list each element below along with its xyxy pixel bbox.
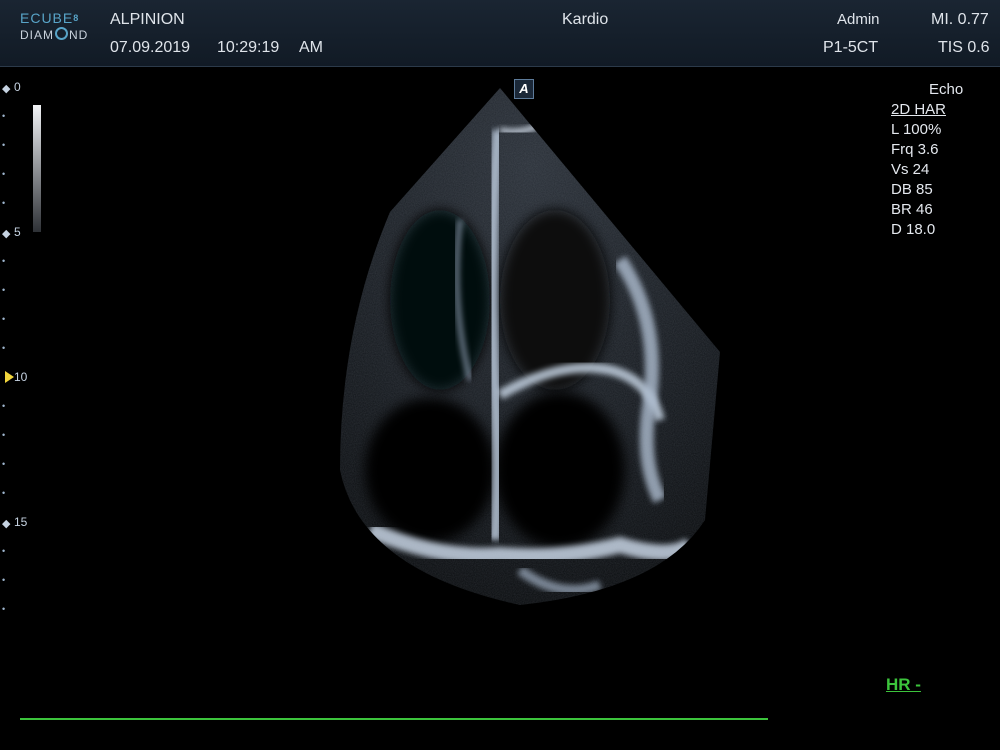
depth-tick: • — [2, 604, 6, 614]
param-dynamic-range: DB 85 — [891, 181, 933, 198]
depth-tick: • — [2, 459, 6, 469]
param-frequency: Frq 3.6 — [891, 141, 939, 158]
param-vs: Vs 24 — [891, 161, 930, 178]
depth-tick: • — [2, 343, 6, 353]
orientation-marker: A — [514, 79, 534, 99]
depth-tick: • — [2, 111, 6, 121]
heart-rate-label: HR - — [886, 675, 921, 694]
depth-label-15: 15 — [14, 515, 28, 529]
echo-image[interactable] — [0, 0, 1000, 750]
ecg-trace — [20, 718, 768, 720]
depth-tick: • — [2, 256, 6, 266]
depth-tick: ◆ — [2, 518, 11, 530]
depth-tick: • — [2, 546, 6, 556]
gray-map-bar — [33, 105, 41, 232]
param-power: L 100% — [891, 121, 942, 138]
depth-tick: ◆ — [2, 83, 11, 95]
depth-tick: • — [2, 169, 6, 179]
depth-label-10: 10 — [14, 370, 28, 384]
depth-tick: • — [2, 285, 6, 295]
depth-tick: • — [2, 198, 6, 208]
depth-label-5: 5 — [14, 225, 21, 239]
focus-marker-icon[interactable] — [5, 371, 14, 383]
param-depth: D 18.0 — [891, 221, 936, 238]
imaging-mode[interactable]: 2D HAR — [891, 100, 946, 120]
depth-label-0: 0 — [14, 80, 21, 94]
depth-tick: • — [2, 401, 6, 411]
depth-tick: • — [2, 140, 6, 150]
depth-tick: • — [2, 430, 6, 440]
depth-tick: • — [2, 488, 6, 498]
depth-tick: • — [2, 575, 6, 585]
ultrasound-sector — [340, 88, 720, 605]
depth-tick: • — [2, 314, 6, 324]
exam-type: Echo — [929, 81, 964, 98]
depth-tick: ◆ — [2, 228, 11, 240]
imaging-parameters: Echo 2D HAR L 100% Frq 3.6 Vs 24 DB 85 B… — [891, 80, 963, 240]
param-brightness: BR 46 — [891, 201, 933, 218]
